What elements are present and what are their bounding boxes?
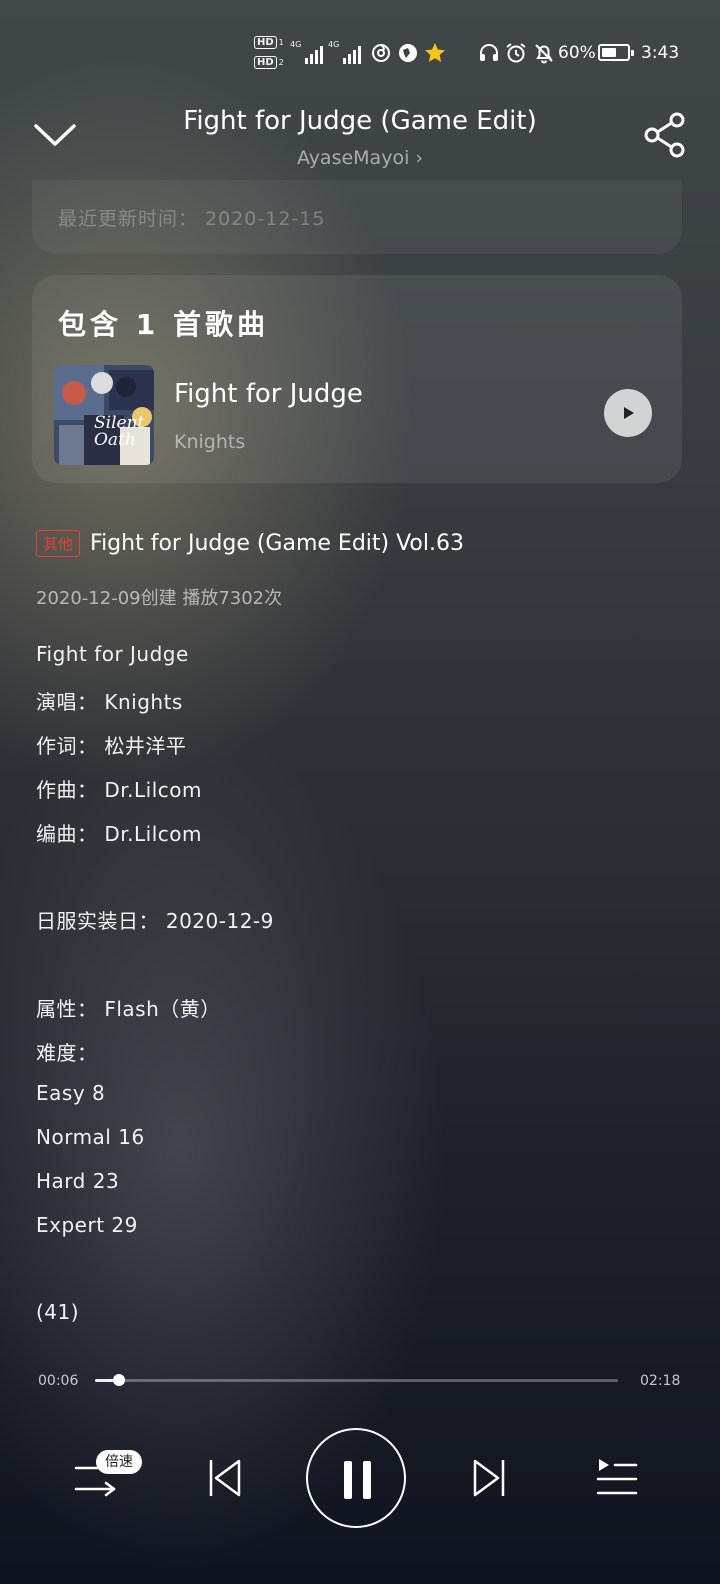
playlist-button[interactable] [596,1456,638,1500]
play-icon [624,407,634,419]
album-cover: Silent Oath [54,365,154,465]
mute-bell-icon [535,44,553,64]
pause-button[interactable] [306,1428,406,1528]
description-line: 作词： 松井洋平 [36,734,187,758]
category-tag: 其他 [36,529,81,557]
previous-icon [209,1459,241,1497]
playlist-icon [596,1459,638,1495]
chevron-down-icon [34,124,76,146]
share-button[interactable] [640,110,690,160]
alarm-icon [506,43,526,63]
description-line: Expert 29 [36,1213,138,1237]
page-title: Fight for Judge (Game Edit) [183,106,537,136]
description-line: Normal 16 [36,1125,145,1149]
progress-slider[interactable] [95,1374,618,1386]
status-bar: HD 1 HD 2 4G 4G 60% 3:43 [0,32,720,74]
chevron-right-icon: › [415,147,424,169]
hd-icon: HD 1 HD 2 [254,34,286,74]
previous-button[interactable] [206,1458,244,1498]
description-line: Hard 23 [36,1169,120,1193]
description-line: 难度： [36,1041,98,1065]
description-line: Fight for Judge [36,642,189,666]
artist-link[interactable]: AyaseMayoi › [0,147,720,169]
description-line: (41) [36,1300,80,1324]
speed-button[interactable]: 倍速 [96,1450,142,1474]
description-line: 日服实装日： 2020-12-9 [36,909,274,933]
battery-percent: 60% [558,43,596,63]
description-line: 属性： Flash（黄） [36,997,221,1021]
songs-card: 包含 1 首歌曲 Silent Oath Fight for Judge Kni… [32,275,682,483]
battery-fill [602,48,617,57]
signal-icon: 4G [290,40,324,64]
song-artist: Knights [174,431,246,453]
progress-thumb[interactable] [112,1374,125,1386]
description-line: 编曲： Dr.Lilcom [36,822,202,846]
nfc-icon [372,44,390,62]
song-item[interactable]: Silent Oath Fight for Judge Knights [54,365,664,465]
description-line: 演唱： Knights [36,690,183,714]
cover-title: Silent Oath [94,413,145,450]
battery-icon [598,44,634,61]
play-song-button[interactable] [604,389,652,437]
update-time: 最近更新时间： 2020-12-15 [58,208,326,230]
clock: 3:43 [641,43,680,63]
browser-icon [399,44,417,62]
share-icon [644,112,685,158]
artist-name: AyaseMayoi [296,147,410,169]
header: Fight for Judge (Game Edit) AyaseMayoi › [0,100,720,180]
playlist-title: Fight for Judge (Game Edit) Vol.63 [90,530,464,556]
headset-icon [480,44,498,61]
description-line: Easy 8 [36,1081,106,1105]
total-time: 02:18 [640,1373,681,1389]
signal-icon: 4G [328,40,362,64]
next-icon [473,1459,505,1497]
description-line: 作曲： Dr.Lilcom [36,778,202,802]
star-icon [425,43,445,62]
songs-heading: 包含 1 首歌曲 [58,308,269,341]
song-title: Fight for Judge [174,379,363,409]
playlist-meta: 2020-12-09创建 播放7302次 [36,588,283,609]
playlist-title-row: 其他 Fight for Judge (Game Edit) Vol.63 [36,528,464,558]
update-card: 最近更新时间： 2020-12-15 [32,180,682,254]
current-time: 00:06 [38,1373,79,1389]
next-button[interactable] [470,1458,508,1498]
